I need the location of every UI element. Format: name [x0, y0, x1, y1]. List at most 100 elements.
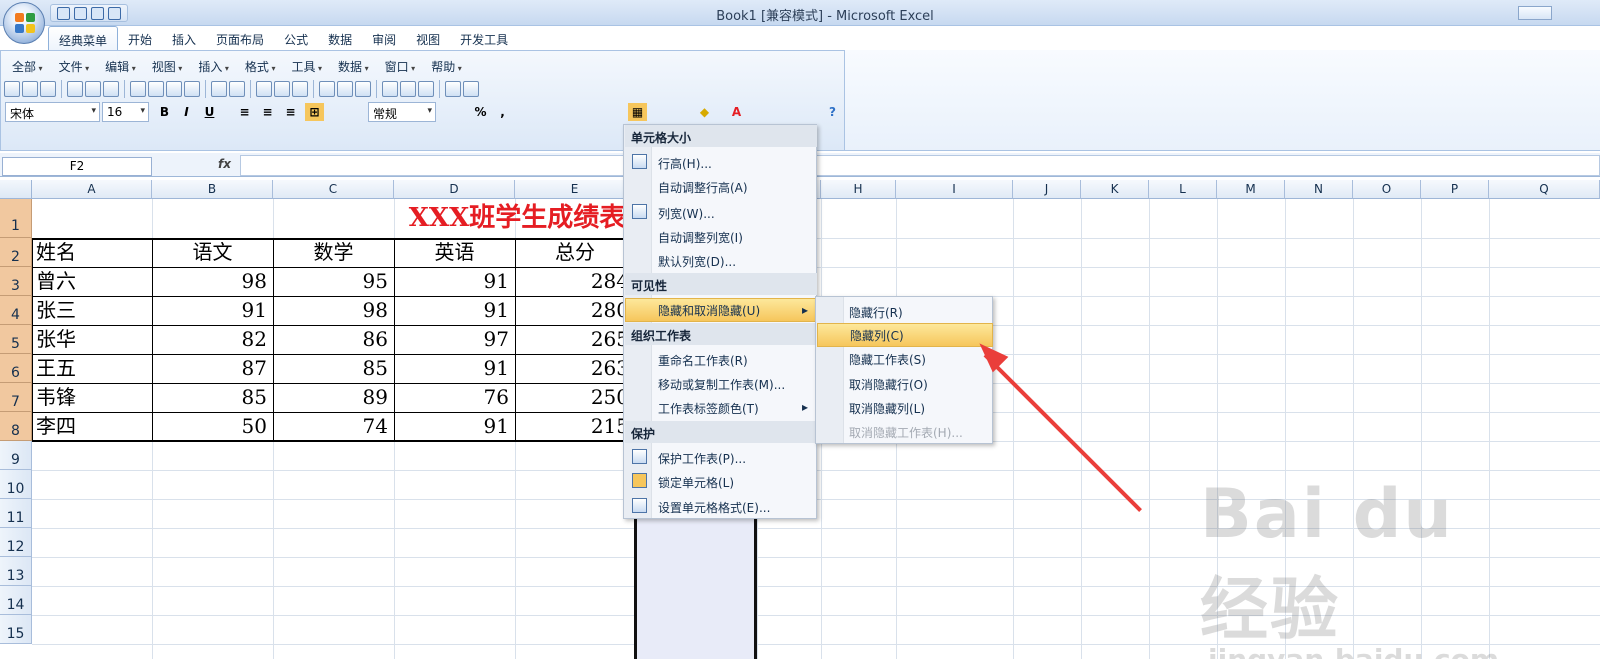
student-name-cell[interactable]: 李四	[36, 413, 148, 440]
row-header-6[interactable]: 6	[0, 354, 32, 383]
tab-data[interactable]: 数据	[318, 26, 362, 50]
number-format-select[interactable]: 常规	[368, 102, 436, 122]
sum-icon[interactable]	[274, 81, 290, 97]
menu-insert[interactable]: 插入	[190, 55, 237, 78]
new-icon[interactable]	[4, 81, 20, 97]
lock-cell-menu-item[interactable]: 锁定单元格(L)	[658, 474, 734, 491]
font-size-select[interactable]: 16	[102, 102, 149, 122]
row-header-13[interactable]: 13	[0, 557, 32, 586]
total-cell[interactable]: 280	[517, 297, 634, 324]
print-preview-icon[interactable]	[108, 6, 121, 20]
bold-button[interactable]: B	[155, 103, 174, 121]
row-header-11[interactable]: 11	[0, 499, 32, 528]
unhide-column-menu-item[interactable]: 取消隐藏列(L)	[849, 400, 925, 417]
column-header-h[interactable]: H	[821, 180, 896, 199]
table-icon[interactable]	[418, 81, 434, 97]
tab-page-layout[interactable]: 页面布局	[206, 26, 274, 50]
hide-unhide-submenu[interactable]: 隐藏行(R) 隐藏列(C) 隐藏工作表(S) 取消隐藏行(O) 取消隐藏列(L)…	[815, 296, 993, 444]
column-header-d[interactable]: D	[394, 180, 515, 199]
rename-sheet-menu-item[interactable]: 重命名工作表(R)	[658, 352, 748, 369]
score-cell[interactable]: 87	[154, 355, 272, 382]
student-name-cell[interactable]: 王五	[36, 355, 148, 382]
paste-icon[interactable]	[166, 81, 182, 97]
menu-data[interactable]: 数据	[330, 55, 377, 78]
total-cell[interactable]: 250	[517, 384, 634, 411]
copy-icon[interactable]	[148, 81, 164, 97]
header-english-cell[interactable]: 英语	[396, 239, 513, 266]
italic-button[interactable]: I	[177, 103, 196, 121]
tab-classic-menu[interactable]: 经典菜单	[48, 26, 119, 50]
column-header-k[interactable]: K	[1081, 180, 1149, 199]
tab-color-menu-item[interactable]: 工作表标签颜色(T)	[658, 400, 759, 417]
font-family-select[interactable]: 宋体	[5, 102, 100, 122]
row-height-menu-item[interactable]: 行高(H)...	[658, 155, 712, 172]
menu-edit[interactable]: 编辑	[97, 55, 144, 78]
function-icon[interactable]	[292, 81, 308, 97]
format-cells-button[interactable]: ▦	[628, 103, 647, 121]
row-header-7[interactable]: 7	[0, 383, 32, 412]
column-header-q[interactable]: Q	[1489, 180, 1600, 199]
total-cell[interactable]: 284	[517, 268, 634, 295]
tab-insert[interactable]: 插入	[162, 26, 206, 50]
shape-icon[interactable]	[445, 81, 461, 97]
name-box[interactable]: F2	[2, 157, 152, 176]
row-header-1[interactable]: 1	[0, 199, 32, 238]
score-cell[interactable]: 98	[275, 297, 393, 324]
underline-button[interactable]: U	[200, 103, 219, 121]
hide-unhide-menu-item[interactable]: 隐藏和取消隐藏(U) ▸	[625, 298, 817, 322]
row-header-12[interactable]: 12	[0, 528, 32, 557]
autofit-column-menu-item[interactable]: 自动调整列宽(I)	[658, 229, 743, 246]
column-header-m[interactable]: M	[1217, 180, 1285, 199]
format-cells-menu-item[interactable]: 设置单元格格式(E)...	[658, 499, 770, 516]
row-header-9[interactable]: 9	[0, 441, 32, 470]
column-header-o[interactable]: O	[1353, 180, 1421, 199]
protect-sheet-menu-item[interactable]: 保护工作表(P)...	[658, 450, 746, 467]
student-name-cell[interactable]: 张华	[36, 326, 148, 353]
pivot-icon[interactable]	[400, 81, 416, 97]
format-context-menu[interactable]: 单元格大小 行高(H)... 自动调整行高(A) 列宽(W)... 自动调整列宽…	[623, 124, 817, 519]
column-header-l[interactable]: L	[1149, 180, 1217, 199]
open-icon[interactable]	[22, 81, 38, 97]
hyperlink-icon[interactable]	[256, 81, 272, 97]
column-header-i[interactable]: I	[896, 180, 1013, 199]
score-cell[interactable]: 91	[154, 297, 272, 324]
score-cell[interactable]: 76	[396, 384, 514, 411]
header-total-cell[interactable]: 总分	[517, 239, 633, 266]
function-button[interactable]: fx	[218, 157, 231, 171]
row-header-5[interactable]: 5	[0, 325, 32, 354]
sort-ascending-icon[interactable]	[319, 81, 335, 97]
align-left-icon[interactable]: ≡	[235, 103, 254, 121]
comma-button[interactable]: ,	[493, 103, 512, 121]
sort-descending-icon[interactable]	[337, 81, 353, 97]
score-cell[interactable]: 91	[396, 297, 514, 324]
row-header-15[interactable]: 15	[0, 615, 32, 644]
score-cell[interactable]: 85	[275, 355, 393, 382]
save-icon[interactable]	[57, 6, 70, 20]
office-button[interactable]	[3, 2, 45, 44]
print-icon[interactable]	[67, 81, 83, 97]
menu-file[interactable]: 文件	[51, 55, 98, 78]
chart-icon[interactable]	[382, 81, 398, 97]
row-header-8[interactable]: 8	[0, 412, 32, 441]
score-cell[interactable]: 85	[154, 384, 272, 411]
row-header-10[interactable]: 10	[0, 470, 32, 499]
score-cell[interactable]: 91	[396, 355, 514, 382]
align-right-icon[interactable]: ≡	[281, 103, 300, 121]
score-cell[interactable]: 74	[275, 413, 393, 440]
score-cell[interactable]: 91	[396, 268, 514, 295]
formula-input[interactable]	[240, 155, 1600, 176]
score-cell[interactable]: 89	[275, 384, 393, 411]
row-header-3[interactable]: 3	[0, 267, 32, 296]
student-name-cell[interactable]: 曾六	[36, 268, 148, 295]
row-header-4[interactable]: 4	[0, 296, 32, 325]
score-cell[interactable]: 98	[154, 268, 272, 295]
redo-toolbar-icon[interactable]	[229, 81, 245, 97]
menu-format[interactable]: 格式	[237, 55, 284, 78]
window-controls[interactable]	[1518, 6, 1552, 20]
total-cell[interactable]: 265	[517, 326, 634, 353]
default-width-menu-item[interactable]: 默认列宽(D)...	[658, 253, 736, 270]
tab-formulas[interactable]: 公式	[274, 26, 318, 50]
column-header-n[interactable]: N	[1285, 180, 1353, 199]
filter-icon[interactable]	[355, 81, 371, 97]
hide-column-menu-item[interactable]: 隐藏列(C)	[817, 323, 993, 347]
